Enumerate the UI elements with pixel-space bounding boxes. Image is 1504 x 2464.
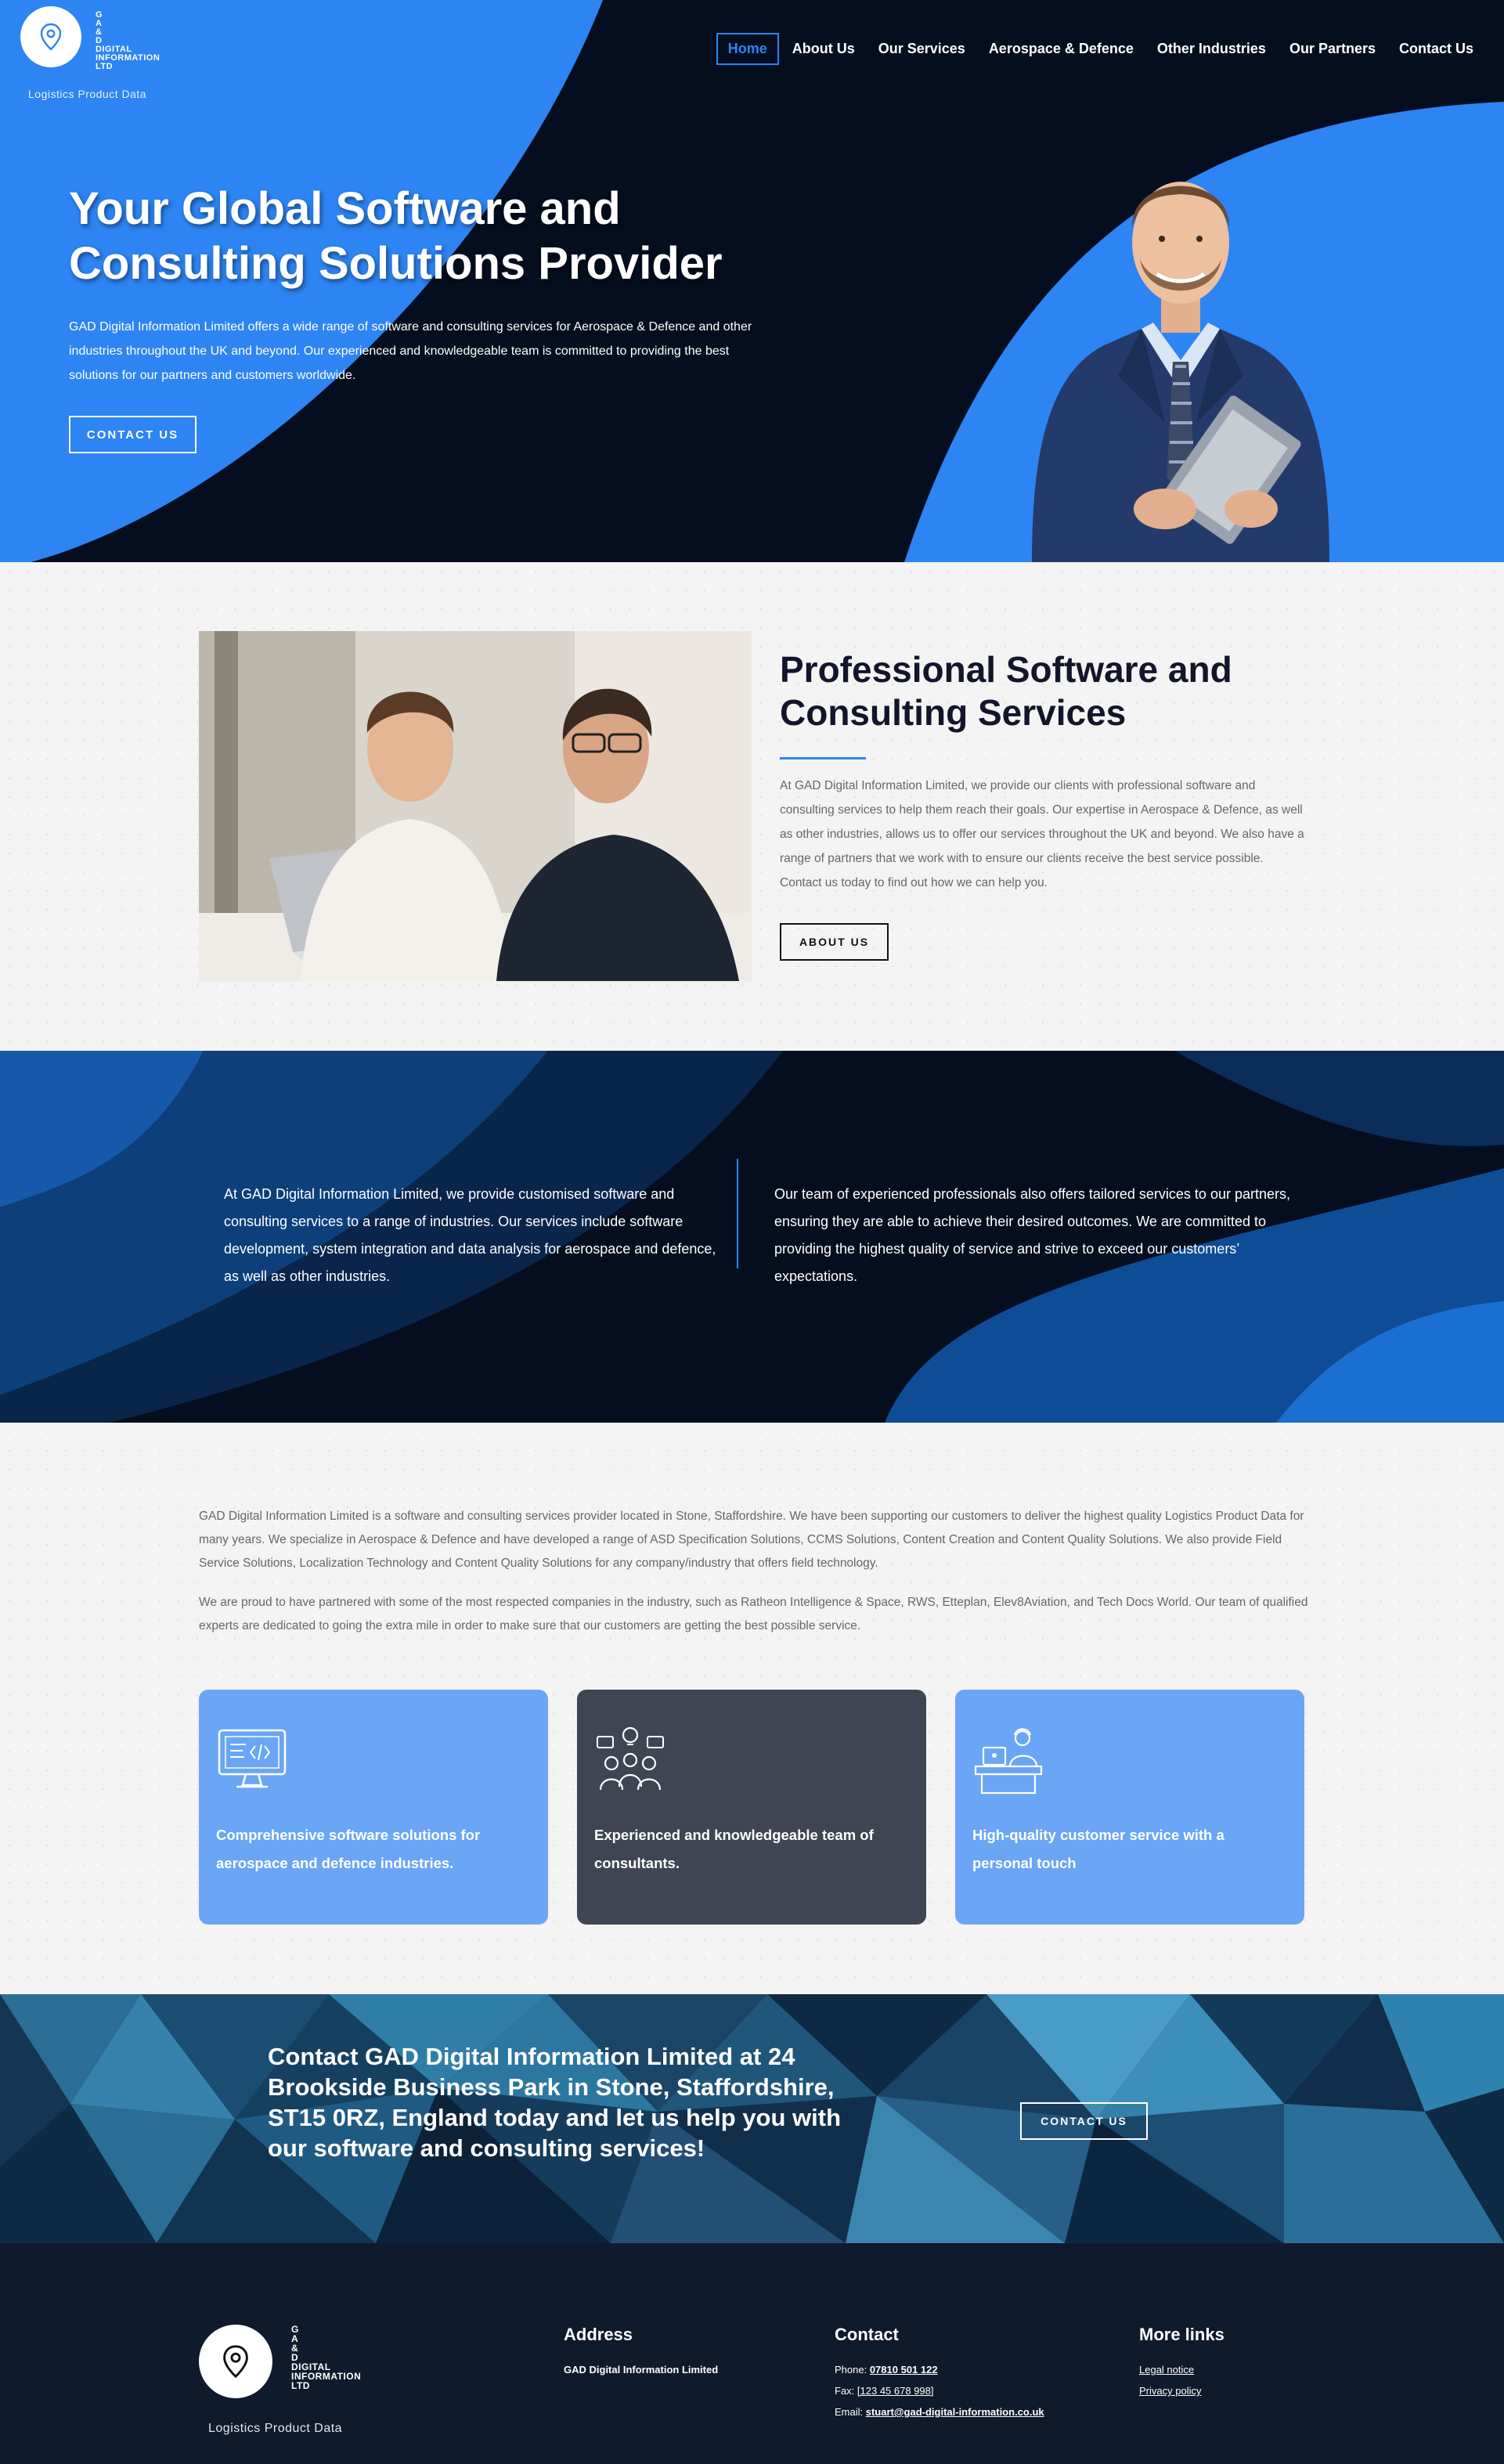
feature-card-software: Comprehensive software solutions for aer… [199,1690,548,1925]
nav-other-industries[interactable]: Other Industries [1145,33,1278,65]
hero-description: GAD Digital Information Limited offers a… [69,320,752,382]
site-footer: G A & D DIGITAL INFORMATION LTD Logistic… [0,2243,1504,2464]
logo-tagline: Logistics Product Data [208,2422,343,2435]
phone-label: Phone: [835,2364,870,2376]
logo-wordmark: G A & D DIGITAL INFORMATION LTD [96,10,160,71]
logo-badge [20,6,81,67]
footer-fax-row: Fax: [123 45 678 998] [835,2380,1044,2401]
privacy-policy-link[interactable]: Privacy policy [1139,2385,1201,2397]
logo-tagline: Logistics Product Data [28,88,147,100]
computer-code-icon [218,1729,287,1788]
about-text: At GAD Digital Information Limited, we p… [780,779,1304,889]
nav-our-services[interactable]: Our Services [867,33,977,65]
footer-phone-row: Phone: 07810 501 122 [835,2359,1044,2380]
services-section: At GAD Digital Information Limited, we p… [0,1051,1504,1423]
title-accent-line [780,757,866,759]
location-pin-icon [223,2345,248,2379]
contact-band-button[interactable]: CONTACT US [1020,2102,1148,2140]
intro-section: GAD Digital Information Limited is a sof… [0,1423,1504,1994]
feature-card-text: Comprehensive software solutions for aer… [216,1827,481,1871]
nav-about-us[interactable]: About Us [781,33,867,65]
intro-paragraph-2: We are proud to have partnered with some… [199,1596,1308,1632]
contact-band-title: Contact GAD Digital Information Limited … [268,2043,842,2162]
phone-link[interactable]: 07810 501 122 [870,2364,938,2376]
main-nav: Home About Us Our Services Aerospace & D… [716,33,1485,65]
nav-our-partners[interactable]: Our Partners [1278,33,1387,65]
footer-address-heading: Address [564,2325,633,2344]
logo-wordmark: G A & D DIGITAL INFORMATION LTD [291,2324,362,2391]
footer-contact: Contact Phone: 07810 501 122 Fax: [123 4… [835,2325,1044,2423]
hero-title: Your Global Software and Consulting Solu… [69,183,723,289]
contact-band: Contact GAD Digital Information Limited … [0,1994,1504,2243]
feature-card-text: Experienced and knowledgeable team of co… [594,1827,874,1871]
legal-notice-link[interactable]: Legal notice [1139,2364,1194,2376]
intro-paragraph-1: GAD Digital Information Limited is a sof… [199,1510,1304,1570]
feature-card-service: High-quality customer service with a per… [955,1690,1304,1925]
businessman-image [1032,182,1329,562]
services-divider [737,1159,738,1268]
email-label: Email: [835,2406,866,2418]
about-title: Professional Software and Consulting Ser… [780,649,1232,733]
hero-section: G A & D DIGITAL INFORMATION LTD Logistic… [0,0,1504,562]
fax-link[interactable]: [123 45 678 998] [857,2385,934,2397]
consultants-photo [199,631,752,981]
fax-label: Fax: [835,2385,857,2397]
about-section: Professional Software and Consulting Ser… [0,562,1504,1051]
feature-card-team: Experienced and knowledgeable team of co… [577,1690,926,1925]
nav-home[interactable]: Home [716,33,779,65]
location-pin-icon [40,23,62,51]
feature-card-text: High-quality customer service with a per… [972,1827,1224,1871]
logo-badge [199,2325,272,2398]
services-text-left: At GAD Digital Information Limited, we p… [224,1186,716,1284]
footer-contact-heading: Contact [835,2325,899,2344]
footer-email-row: Email: stuart@gad-digital-information.co… [835,2401,1044,2423]
footer-address-line: GAD Digital Information Limited [564,2364,719,2376]
nav-contact-us[interactable]: Contact Us [1387,33,1485,65]
team-idea-icon [597,1726,664,1791]
services-text-right: Our team of experienced professionals al… [774,1186,1290,1284]
email-link[interactable]: stuart@gad-digital-information.co.uk [866,2406,1044,2418]
hero-contact-button[interactable]: CONTACT US [69,416,197,453]
site-logo[interactable]: G A & D DIGITAL INFORMATION LTD Logistic… [20,6,193,100]
service-desk-icon [974,1728,1043,1795]
nav-aerospace-defence[interactable]: Aerospace & Defence [977,33,1145,65]
footer-links-heading: More links [1139,2325,1224,2344]
footer-logo[interactable]: G A & D DIGITAL INFORMATION LTD Logistic… [199,2325,361,2442]
footer-links: More links Legal notice Privacy policy [1139,2325,1224,2401]
footer-address: Address GAD Digital Information Limited [564,2325,718,2380]
about-us-button[interactable]: ABOUT US [780,923,889,961]
